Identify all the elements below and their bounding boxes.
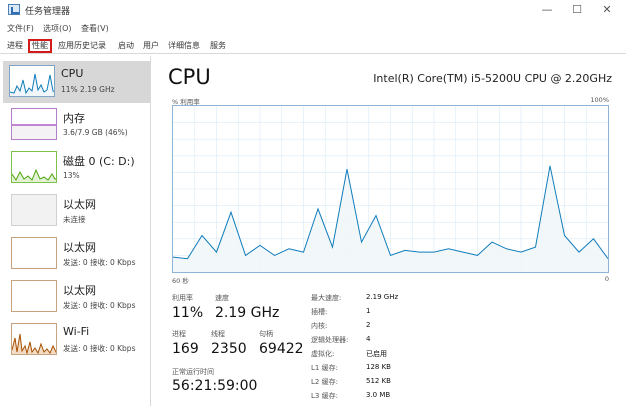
tab-users[interactable]: 用户 — [141, 39, 161, 53]
tab-services[interactable]: 服务 — [208, 39, 228, 53]
spec-virtualization-value: 已启用 — [366, 350, 387, 358]
threads-label: 线程 — [211, 330, 225, 338]
sidebar-ethernet-1-sub: 未连接 — [63, 215, 86, 224]
memory-thumbnail-graph — [11, 108, 57, 140]
sidebar-ethernet-2-sub: 发送: 0 接收: 0 Kbps — [63, 258, 136, 267]
sidebar-memory-sub: 3.6/7.9 GB (46%) — [63, 128, 128, 137]
spec-sockets-value: 1 — [366, 307, 371, 315]
menu-options[interactable]: 选项(O) — [43, 23, 72, 34]
tab-performance[interactable]: 性能 — [28, 39, 52, 53]
menu-file[interactable]: 文件(F) — [7, 23, 34, 34]
sidebar-item-ethernet-3[interactable]: 以太网 发送: 0 接收: 0 Kbps — [5, 276, 150, 318]
spec-max-speed-value: 2.19 GHz — [366, 293, 399, 301]
tab-processes[interactable]: 进程 — [5, 39, 25, 53]
utilization-label: 利用率 — [172, 294, 193, 302]
sidebar-ethernet-2-title: 以太网 — [63, 241, 96, 254]
graph-x-end-label: 0 — [604, 275, 609, 283]
sidebar-item-memory[interactable]: 内存 3.6/7.9 GB (46%) — [5, 104, 150, 146]
tab-details[interactable]: 详细信息 — [166, 39, 202, 53]
sidebar-ethernet-3-sub: 发送: 0 接收: 0 Kbps — [63, 301, 136, 310]
sidebar-memory-title: 内存 — [63, 112, 85, 125]
cpu-thumbnail-graph — [9, 65, 55, 97]
spec-l2-value: 512 KB — [366, 377, 391, 385]
ethernet-1-thumbnail-graph — [11, 194, 57, 226]
utilization-value: 11% — [172, 305, 204, 321]
ethernet-2-thumbnail-graph — [11, 237, 57, 269]
spec-cores-key: 内核: — [311, 322, 328, 330]
spec-l3-value: 3.0 MB — [366, 391, 391, 399]
sidebar-wifi-sub: 发送: 0 接收: 0 Kbps — [63, 344, 136, 353]
window-title: 任务管理器 — [25, 7, 71, 17]
cpu-detail-panel: CPU Intel(R) Core(TM) i5-5200U CPU @ 2.2… — [152, 56, 626, 406]
uptime-value: 56:21:59:00 — [172, 378, 258, 394]
sidebar-wifi-title: Wi-Fi — [63, 325, 90, 338]
spec-l3-key: L3 缓存: — [311, 392, 338, 400]
sidebar-cpu-title: CPU — [61, 67, 84, 80]
spec-sockets-key: 插槽: — [311, 308, 328, 316]
task-manager-icon — [8, 4, 20, 15]
spec-virtualization-key: 虚拟化: — [311, 350, 335, 358]
resource-sidebar: CPU 11% 2.19 GHz 内存 3.6/7.9 GB (46%) 磁盘 … — [0, 56, 151, 406]
sidebar-item-ethernet-1[interactable]: 以太网 未连接 — [5, 190, 150, 232]
threads-value: 2350 — [211, 341, 247, 357]
cpu-model-name: Intel(R) Core(TM) i5-5200U CPU @ 2.20GHz — [373, 72, 612, 85]
tab-app-history[interactable]: 应用历史记录 — [56, 39, 108, 53]
sidebar-disk-sub: 13% — [63, 171, 80, 180]
graph-x-start-label: 60 秒 — [172, 277, 189, 285]
spec-cores-value: 2 — [366, 321, 371, 329]
handles-value: 69422 — [259, 341, 304, 357]
close-button[interactable]: ✕ — [596, 2, 618, 18]
sidebar-ethernet-3-title: 以太网 — [63, 284, 96, 297]
spec-logical-value: 4 — [366, 335, 371, 343]
sidebar-disk-title: 磁盘 0 (C: D:) — [63, 155, 135, 168]
maximize-button[interactable]: ☐ — [566, 2, 588, 18]
menu-bar: 文件(F) 选项(O) 查看(V) — [0, 21, 626, 36]
speed-value: 2.19 GHz — [215, 305, 280, 321]
speed-label: 速度 — [215, 294, 229, 302]
spec-l1-key: L1 缓存: — [311, 364, 338, 372]
processes-label: 进程 — [172, 330, 186, 338]
spec-l1-value: 128 KB — [366, 363, 391, 371]
uptime-label: 正常运行时间 — [172, 368, 214, 376]
title-bar: 任务管理器 — ☐ ✕ — [0, 0, 626, 20]
disk-thumbnail-graph — [11, 151, 57, 183]
spec-max-speed-key: 最大速度: — [311, 294, 342, 302]
sidebar-cpu-sub: 11% 2.19 GHz — [61, 85, 115, 94]
tab-bar: 进程 性能 应用历史记录 启动 用户 详细信息 服务 — [0, 38, 626, 54]
cpu-utilization-graph — [172, 105, 609, 273]
memory-thumb-area — [12, 125, 56, 139]
wifi-thumbnail-graph — [11, 323, 57, 355]
handles-label: 句柄 — [259, 330, 273, 338]
processes-value: 169 — [172, 341, 199, 357]
cpu-utilization-chart — [172, 106, 609, 272]
minimize-button[interactable]: — — [536, 2, 558, 18]
menu-view[interactable]: 查看(V) — [81, 23, 109, 34]
tab-startup[interactable]: 启动 — [116, 39, 136, 53]
spec-l2-key: L2 缓存: — [311, 378, 338, 386]
sidebar-item-cpu[interactable]: CPU 11% 2.19 GHz — [3, 61, 150, 103]
sidebar-ethernet-1-title: 以太网 — [63, 198, 96, 211]
spec-logical-key: 逻辑处理器: — [311, 336, 349, 344]
sidebar-item-ethernet-2[interactable]: 以太网 发送: 0 接收: 0 Kbps — [5, 233, 150, 275]
ethernet-3-thumbnail-graph — [11, 280, 57, 312]
sidebar-item-disk[interactable]: 磁盘 0 (C: D:) 13% — [5, 147, 150, 189]
graph-y-max-label: 100% — [590, 96, 609, 104]
page-title: CPU — [168, 65, 211, 89]
sidebar-item-wifi[interactable]: Wi-Fi 发送: 0 接收: 0 Kbps — [5, 319, 150, 361]
